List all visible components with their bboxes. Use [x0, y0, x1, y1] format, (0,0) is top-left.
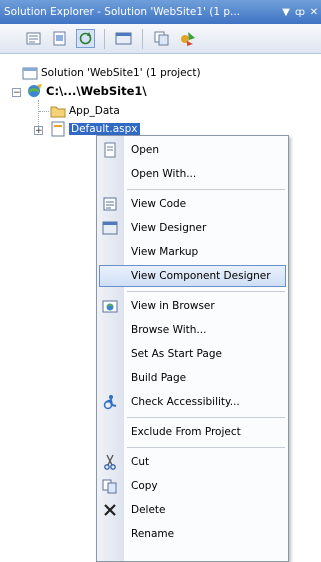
close-icon[interactable]: ✕ [307, 7, 321, 18]
menu-item-view-component-designer[interactable]: View Component Designer [97, 264, 288, 288]
menu-item-view-code[interactable]: View Code [97, 192, 288, 216]
menu-item-view-code-label: View Code [131, 198, 187, 210]
delete-icon [104, 504, 116, 516]
website-globe-icon [28, 84, 42, 97]
toolbar-separator [142, 28, 143, 49]
menu-item-open-with[interactable]: Open With... [97, 162, 288, 186]
tree-item-default-aspx-label: Default.aspx [69, 123, 140, 135]
menu-item-open[interactable]: Open [97, 138, 288, 162]
menu-item-view-component-designer-label: View Component Designer [131, 270, 271, 282]
menu-item-delete[interactable]: Delete [97, 498, 288, 522]
accessibility-icon [103, 395, 117, 410]
solution-icon [22, 67, 38, 80]
menu-item-browse-with[interactable]: Browse With... [97, 318, 288, 342]
menu-item-view-markup-label: View Markup [131, 246, 199, 258]
copy-icon [102, 479, 117, 494]
context-menu: Open Open With... View Code View Designe… [96, 135, 289, 562]
solution-explorer-toolbar [0, 24, 321, 54]
menu-item-rename[interactable]: Rename [97, 522, 288, 546]
solution-explorer-title-bar[interactable]: Solution Explorer - Solution 'WebSite1' … [0, 0, 321, 24]
aspx-page-icon [51, 121, 65, 137]
menu-separator [127, 447, 285, 448]
menu-item-build-page[interactable]: Build Page [97, 366, 288, 390]
menu-item-view-in-browser-label: View in Browser [131, 300, 215, 312]
open-icon [104, 142, 116, 158]
view-in-browser-icon [102, 300, 118, 313]
tree-guide-line [39, 111, 49, 113]
menu-item-set-as-start-page[interactable]: Set As Start Page [97, 342, 288, 366]
menu-item-copy[interactable]: Copy [97, 474, 288, 498]
toolbar-separator [104, 28, 105, 49]
tree-item-solution-label: Solution 'WebSite1' (1 project) [41, 67, 201, 79]
tree-item-project-label: C:\...\WebSite1\ [46, 84, 147, 98]
copy-website-icon[interactable] [152, 29, 171, 48]
menu-item-open-label: Open [131, 144, 160, 156]
menu-item-view-in-browser[interactable]: View in Browser [97, 294, 288, 318]
menu-item-cut[interactable]: Cut [97, 450, 288, 474]
window-title: Solution Explorer - Solution 'WebSite1' … [4, 6, 241, 18]
menu-item-exclude-from-project-label: Exclude From Project [131, 426, 241, 438]
menu-separator [127, 417, 285, 418]
show-all-files-icon[interactable] [50, 29, 69, 48]
menu-item-cut-label: Cut [131, 456, 150, 468]
cut-icon [104, 454, 116, 470]
asp-config-icon[interactable] [178, 29, 197, 48]
window-position-dropdown-icon[interactable]: ▼ [279, 7, 293, 18]
properties-icon[interactable] [24, 29, 43, 48]
tree-item-app-data-label: App_Data [69, 105, 120, 117]
menu-item-view-designer-label: View Designer [131, 222, 207, 234]
refresh-icon[interactable] [76, 29, 95, 48]
tree-item-project[interactable]: C:\...\WebSite1\ [26, 82, 147, 100]
menu-item-exclude-from-project[interactable]: Exclude From Project [97, 420, 288, 444]
tree-item-app-data[interactable]: App_Data [50, 102, 120, 120]
menu-item-rename-label: Rename [131, 528, 175, 540]
auto-hide-pin-icon[interactable]: ȹ [293, 7, 307, 18]
menu-separator [127, 189, 285, 190]
menu-item-delete-label: Delete [131, 504, 166, 516]
menu-item-check-accessibility-label: Check Accessibility... [131, 396, 240, 408]
menu-item-set-as-start-page-label: Set As Start Page [131, 348, 222, 360]
view-code-icon [103, 197, 117, 211]
menu-item-browse-with-label: Browse With... [131, 324, 207, 336]
menu-item-copy-label: Copy [131, 480, 158, 492]
tree-item-solution[interactable]: Solution 'WebSite1' (1 project) [22, 64, 201, 82]
collapse-project-toggle[interactable]: − [12, 88, 21, 98]
menu-separator [127, 291, 285, 292]
menu-item-open-with-label: Open With... [131, 168, 197, 180]
view-code-icon[interactable] [114, 29, 133, 48]
menu-item-check-accessibility[interactable]: Check Accessibility... [97, 390, 288, 414]
menu-item-view-designer[interactable]: View Designer [97, 216, 288, 240]
folder-icon [50, 106, 66, 118]
menu-item-build-page-label: Build Page [131, 372, 187, 384]
view-designer-icon [102, 221, 118, 235]
menu-item-view-markup[interactable]: View Markup [97, 240, 288, 264]
tree-guide-line [38, 100, 40, 128]
